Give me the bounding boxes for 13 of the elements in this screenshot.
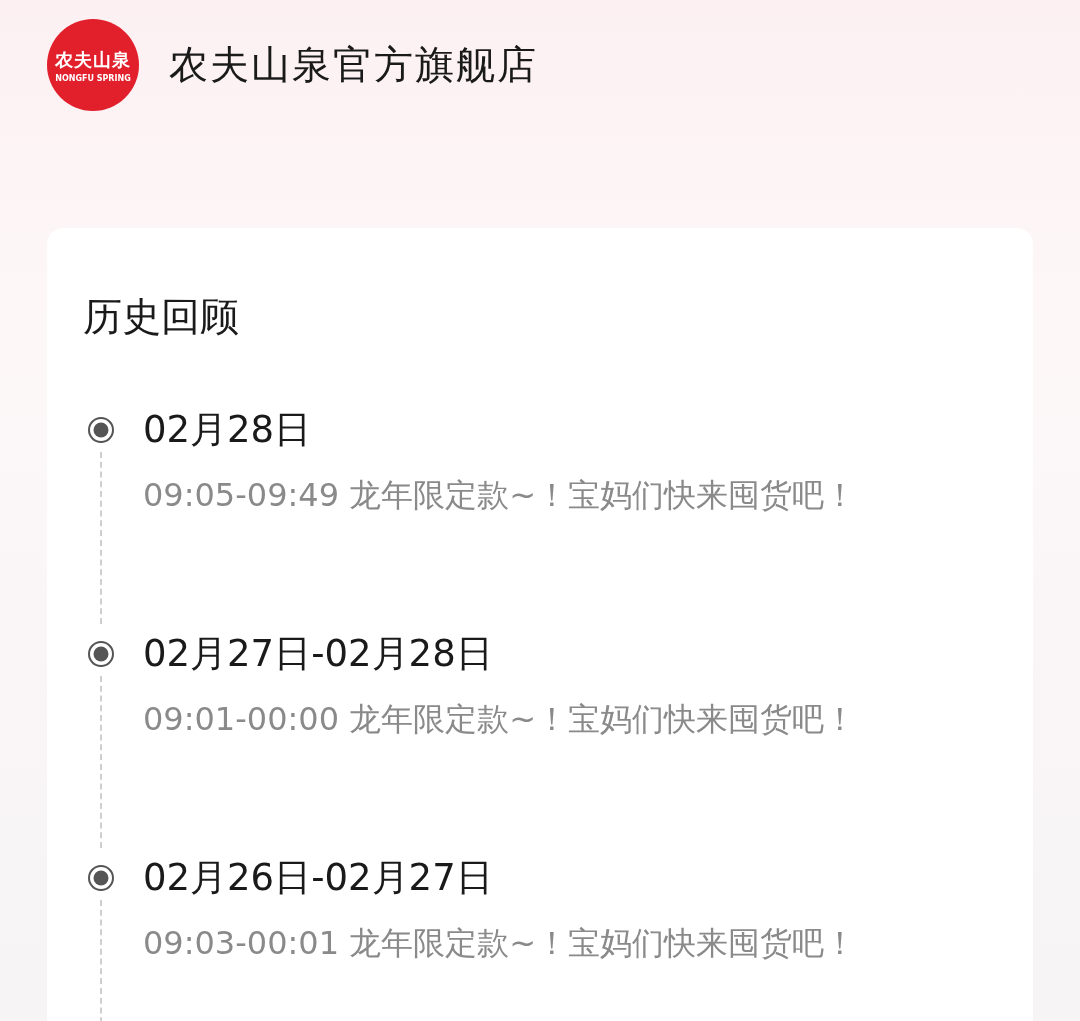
store-name: 农夫山泉官方旗舰店: [169, 41, 538, 89]
section-title: 历史回顾: [83, 293, 240, 341]
entry-date: 02月28日: [143, 407, 313, 453]
logo-text: 农夫山泉: [55, 47, 131, 72]
entry-description: 09:05-09:49 龙年限定款~！宝妈们快来囤货吧！: [143, 475, 856, 516]
entry-description: 09:03-00:01 龙年限定款~！宝妈们快来囤货吧！: [143, 923, 856, 964]
timeline-dot-icon: [87, 864, 115, 892]
timeline-dot-icon: [87, 416, 115, 444]
entry-date: 02月27日-02月28日: [143, 631, 494, 677]
timeline-dot-icon: [87, 640, 115, 668]
entry-date: 02月26日-02月27日: [143, 855, 494, 901]
entry-description: 09:01-00:00 龙年限定款~！宝妈们快来囤货吧！: [143, 699, 856, 740]
logo-subtext: NONGFU SPRING: [55, 73, 131, 83]
